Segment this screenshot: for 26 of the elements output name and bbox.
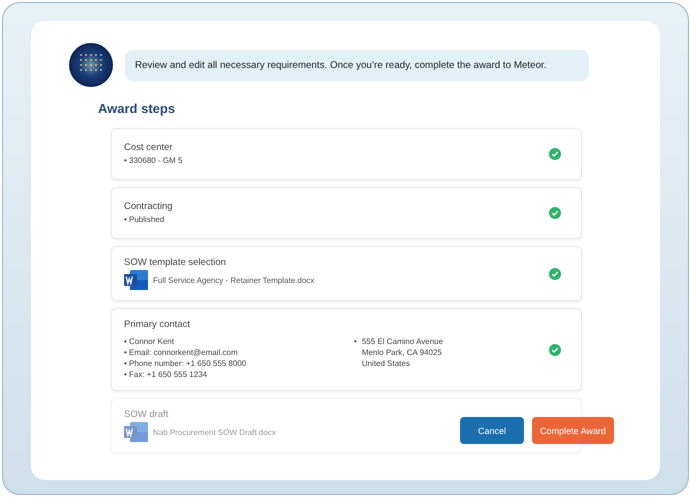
step-card[interactable]: SOW template selection Full Service Agency - Retainer Template.docx — [111, 246, 582, 301]
contact-detail: • Phone number: +1 650 555 8000 — [124, 358, 248, 369]
step-title: SOW template selection — [124, 257, 226, 268]
file-name[interactable]: Full Service Agency - Retainer Template.docx — [153, 276, 314, 284]
contact-detail: • Fax: +1 650 555 1234 — [124, 369, 208, 380]
assistant-avatar-icon — [69, 43, 113, 87]
step-title: SOW draft — [124, 409, 168, 420]
step-title: Cost center — [124, 142, 173, 153]
address-line: Menlo Park, CA 94025 — [362, 347, 443, 358]
message-bubble: Review and edit all necessary requirements. Once you’re ready, complete the award to Meteor. — [125, 50, 589, 80]
step-detail: • Published — [124, 214, 166, 225]
bullet-mark: • — [354, 336, 357, 348]
contact-detail: • Email: connorkent@email.com — [124, 347, 239, 358]
contact-detail: • Connor Kent — [124, 336, 175, 347]
section-heading: Award steps — [98, 101, 176, 116]
step-card[interactable]: Cost center • 330680 - GM 5 — [111, 128, 582, 180]
step-title: Primary contact — [124, 319, 190, 330]
address-line: 555 El Camino Avenue — [362, 336, 444, 347]
cancel-button[interactable]: Cancel — [460, 417, 524, 444]
step-title: Contracting — [124, 201, 173, 212]
step-detail: • 330680 - GM 5 — [124, 155, 184, 166]
word-document-icon — [124, 422, 148, 442]
word-document-icon — [124, 270, 148, 290]
address-line: United States — [362, 358, 411, 369]
step-card[interactable]: Contracting • Published — [111, 187, 582, 239]
step-card[interactable]: Primary contact • Connor Kent • Email: connorkent@email.com • Phone number: +1 650 555 8000 • Fax: +1 650 555 1234 • 555 El Camino Avenue Menlo Park, CA 94025 United States — [111, 308, 582, 391]
